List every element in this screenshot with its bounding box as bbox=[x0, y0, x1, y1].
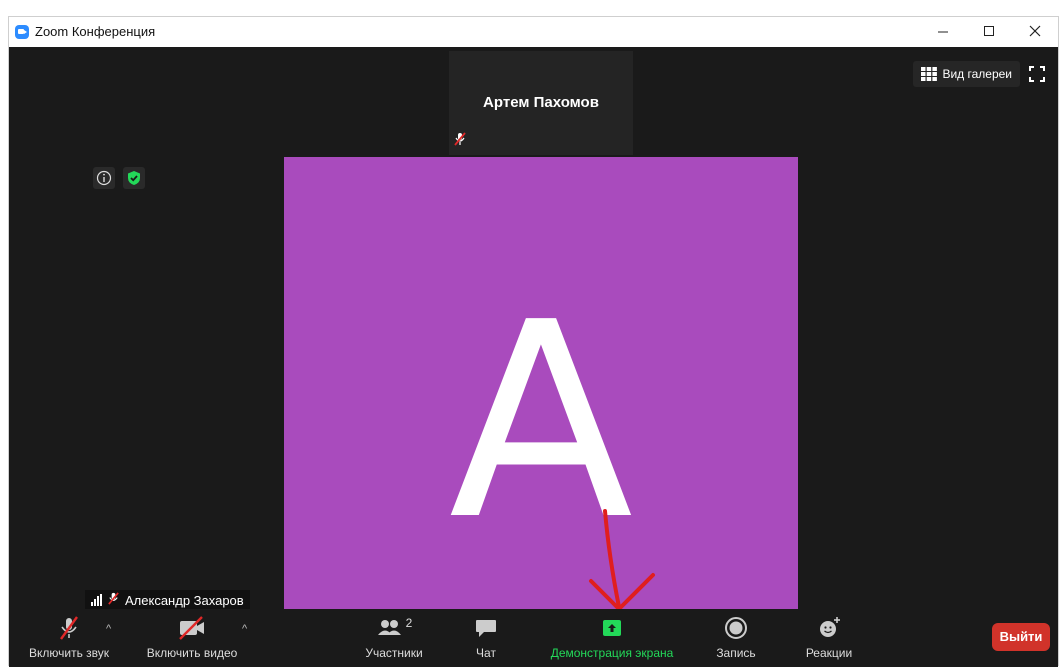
minimize-button[interactable] bbox=[920, 17, 966, 47]
gallery-view-label: Вид галереи bbox=[942, 67, 1012, 81]
participants-icon bbox=[377, 620, 401, 635]
close-icon bbox=[1029, 25, 1041, 37]
video-options-chevron-icon[interactable]: ^ bbox=[242, 623, 247, 635]
unmute-label: Включить звук bbox=[28, 646, 110, 660]
record-button[interactable]: Запись bbox=[706, 613, 766, 660]
main-participant-video: A bbox=[284, 157, 798, 611]
security-button[interactable] bbox=[123, 167, 145, 189]
leave-button[interactable]: Выйти bbox=[992, 623, 1050, 651]
share-screen-button[interactable]: Демонстрация экрана bbox=[537, 613, 687, 660]
start-video-label: Включить видео bbox=[146, 646, 238, 660]
red-arrow-annotation bbox=[589, 509, 655, 611]
participants-button[interactable]: 2 Участники bbox=[354, 613, 434, 660]
video-off-icon bbox=[179, 616, 204, 640]
participant-name-tag: Александр Захаров bbox=[85, 590, 250, 610]
zoom-logo-icon bbox=[15, 25, 29, 39]
muted-mic-icon bbox=[60, 616, 78, 640]
active-speaker-thumbnail[interactable]: Артем Пахомов bbox=[449, 51, 633, 155]
window-title: Zoom Конференция bbox=[35, 24, 156, 39]
grid-icon bbox=[921, 67, 938, 81]
zoom-window: Zoom Конференция Вид галереи Артем Пахом… bbox=[8, 16, 1059, 667]
reactions-icon bbox=[820, 617, 840, 637]
chat-icon bbox=[476, 620, 496, 637]
participant-name: Александр Захаров bbox=[125, 592, 244, 608]
participants-label: Участники bbox=[365, 646, 423, 660]
share-screen-label: Демонстрация экрана bbox=[550, 646, 674, 660]
audio-options-chevron-icon[interactable]: ^ bbox=[106, 623, 111, 635]
muted-mic-icon bbox=[453, 132, 467, 151]
participants-count: 2 bbox=[405, 616, 413, 630]
title-bar: Zoom Конференция bbox=[9, 17, 1058, 48]
meeting-toolbar: Включить звук ^ Включить видео ^ 2 Участ… bbox=[9, 609, 1058, 667]
unmute-button[interactable]: Включить звук bbox=[19, 613, 119, 660]
gallery-view-button[interactable]: Вид галереи bbox=[913, 61, 1020, 87]
speaker-name: Артем Пахомов bbox=[483, 94, 599, 111]
meeting-stage: Вид галереи Артем Пахомов A Александр За… bbox=[9, 47, 1058, 667]
shield-check-icon bbox=[128, 171, 140, 185]
start-video-button[interactable]: Включить видео bbox=[137, 613, 247, 660]
avatar-letter: A bbox=[448, 264, 634, 579]
meeting-info-icons bbox=[93, 167, 145, 189]
chat-label: Чат bbox=[476, 646, 496, 660]
close-button[interactable] bbox=[1012, 17, 1058, 47]
reactions-label: Реакции bbox=[805, 646, 853, 660]
maximize-icon bbox=[984, 26, 994, 36]
share-screen-icon bbox=[603, 620, 621, 636]
record-icon bbox=[725, 617, 747, 639]
maximize-button[interactable] bbox=[966, 17, 1012, 47]
info-icon bbox=[96, 170, 112, 186]
reactions-button[interactable]: Реакции bbox=[796, 613, 862, 660]
fullscreen-button[interactable] bbox=[1024, 61, 1050, 87]
muted-mic-icon bbox=[107, 592, 120, 608]
record-label: Запись bbox=[716, 646, 756, 660]
minimize-icon bbox=[938, 31, 948, 33]
fullscreen-icon bbox=[1029, 66, 1045, 82]
meeting-info-button[interactable] bbox=[93, 167, 115, 189]
chat-button[interactable]: Чат bbox=[461, 613, 511, 660]
connection-signal-icon bbox=[91, 594, 102, 606]
